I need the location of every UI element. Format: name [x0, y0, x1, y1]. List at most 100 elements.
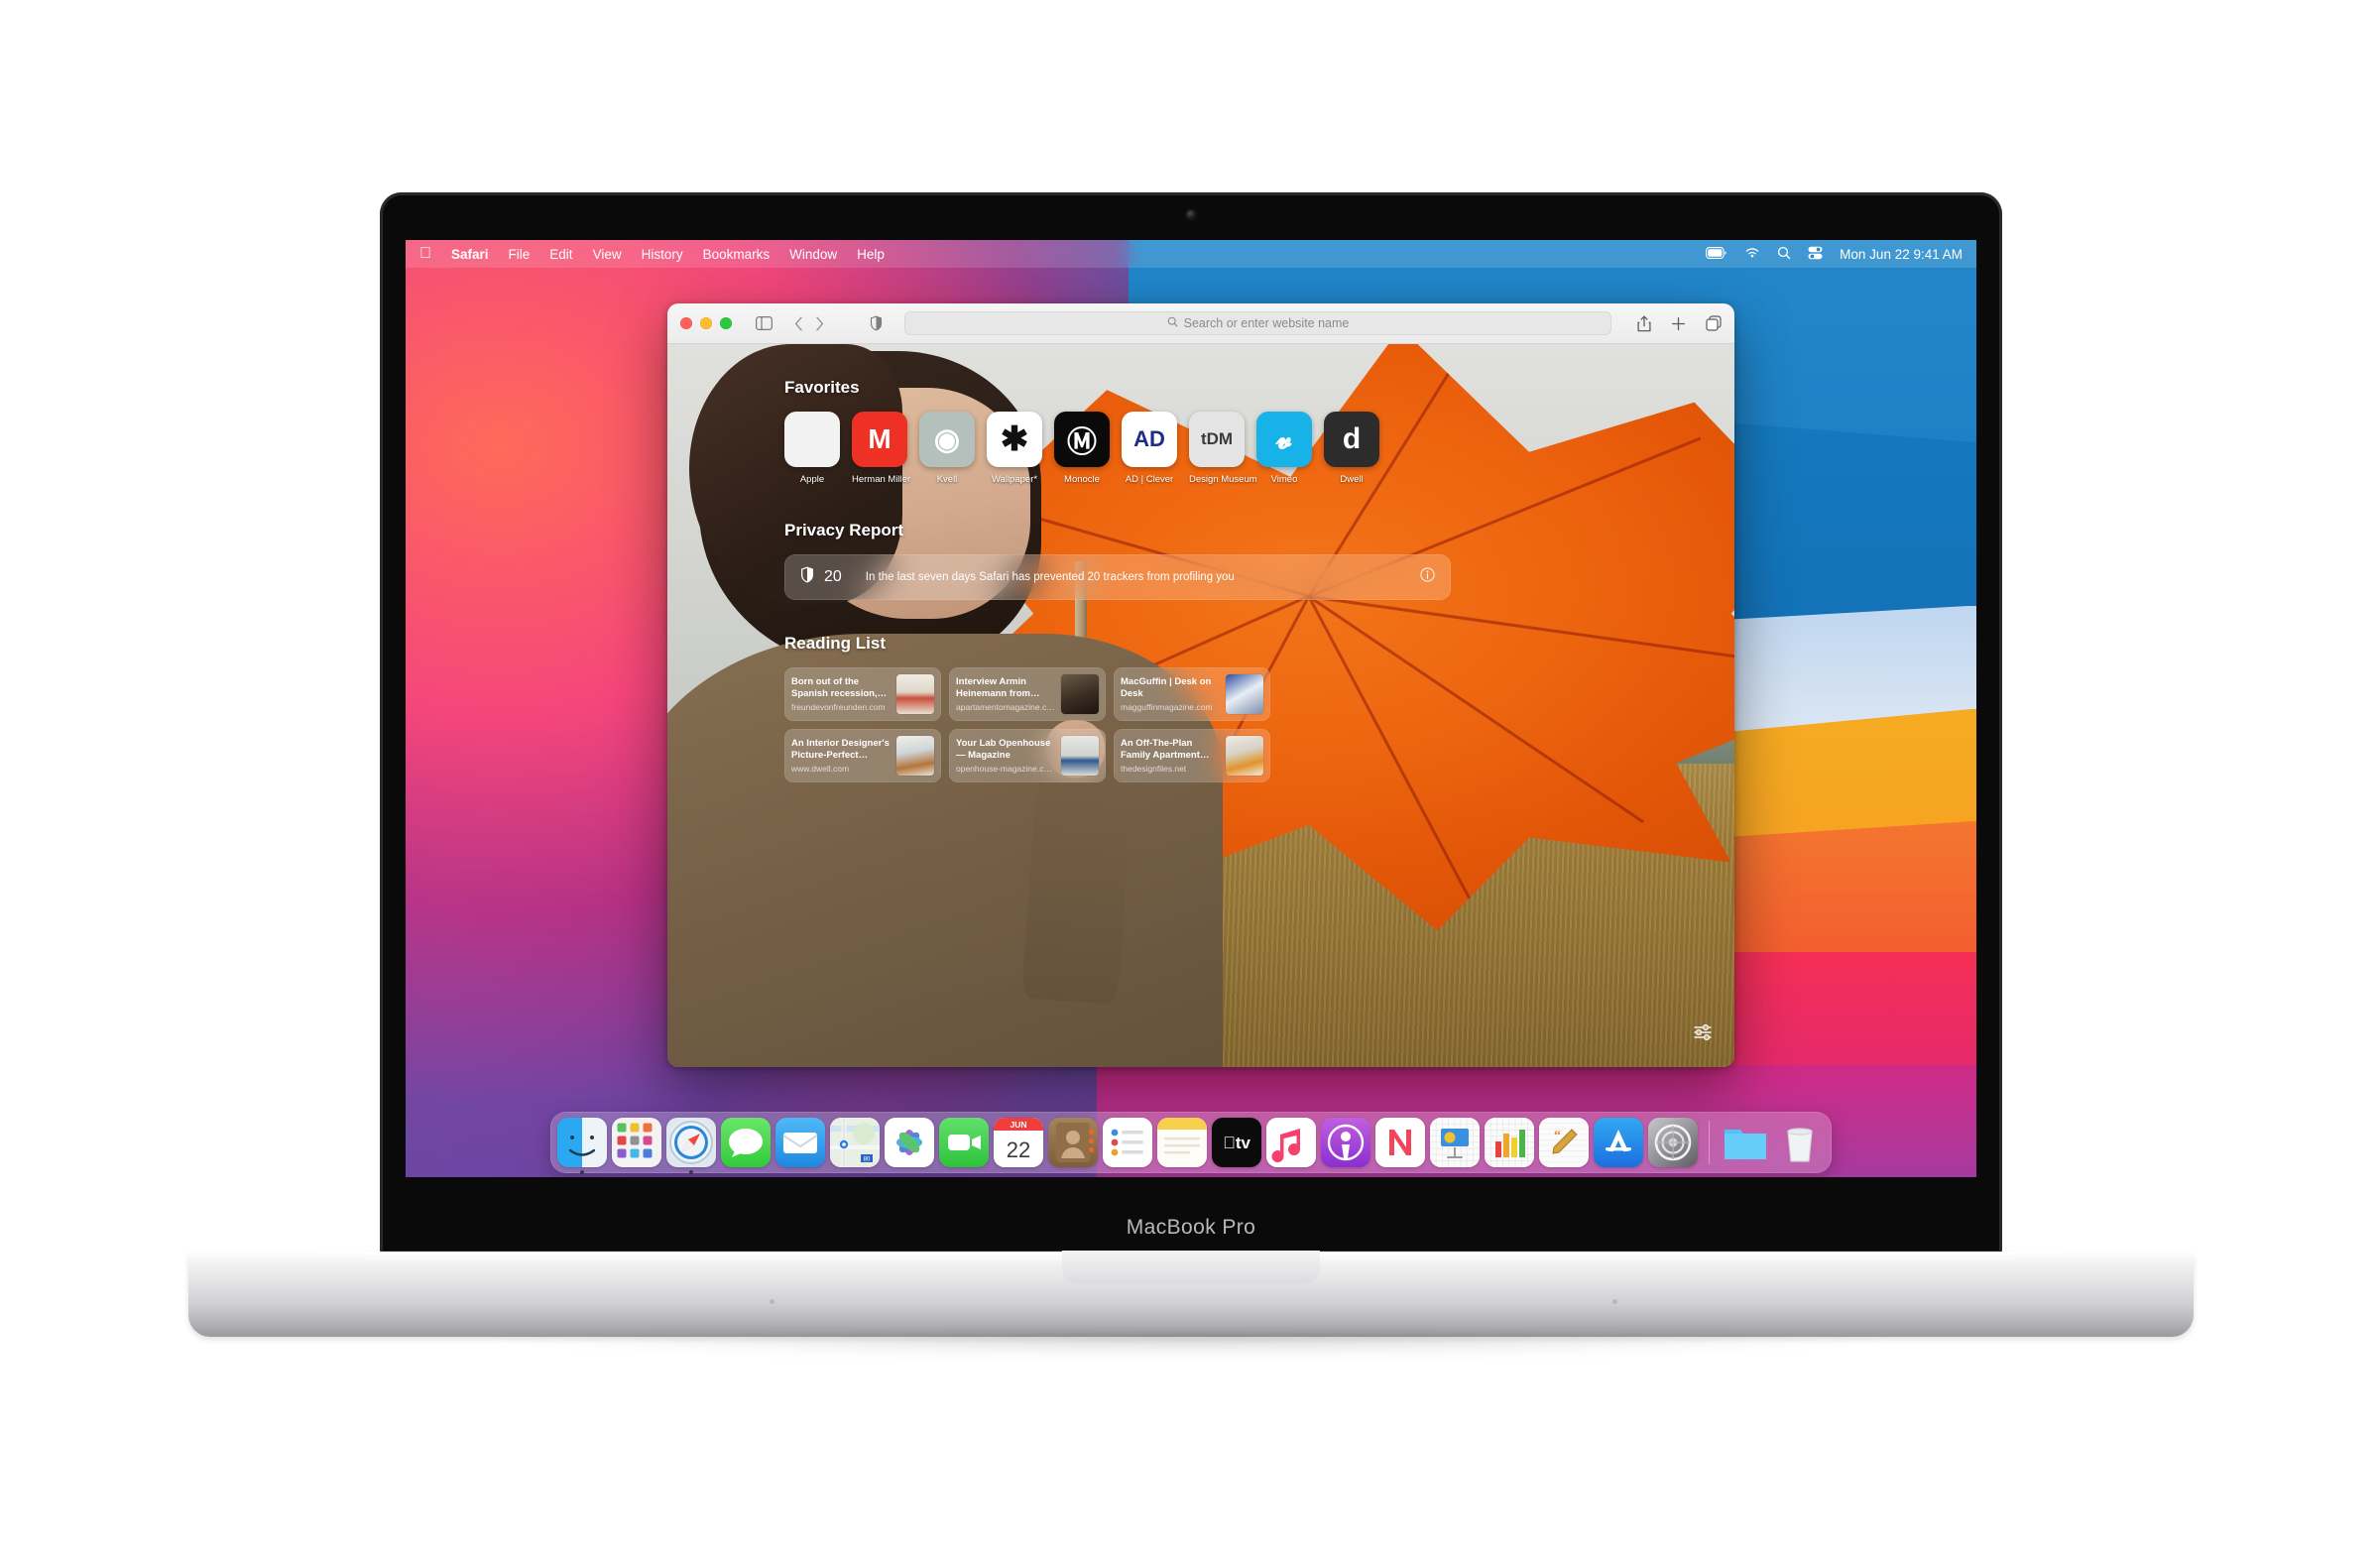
reading-list-card[interactable]: MacGuffin | Desk on Desk magguffinmagazin…: [1114, 667, 1270, 721]
reading-list-card-title: Interview Armin Heinemann from Paula…: [956, 675, 1030, 699]
dock-item-trash[interactable]: [1775, 1118, 1825, 1167]
dock-item-contacts[interactable]: [1048, 1118, 1098, 1167]
reading-list-card-text: Your Lab Openhouse — Magazine openhouse-m…: [956, 738, 1055, 775]
sidebar-icon[interactable]: [756, 316, 773, 330]
reading-list-card-url: thedesignfiles.net: [1121, 764, 1187, 775]
menu-item-help[interactable]: Help: [857, 247, 885, 262]
favorite-tile-icon: ◉: [919, 412, 975, 467]
dock-item-appstore[interactable]: [1594, 1118, 1643, 1167]
favorite-item[interactable]: AD AD | Clever: [1122, 412, 1177, 485]
address-bar[interactable]: Search or enter website name: [904, 311, 1611, 335]
reading-list-card-url: freundevonfreunden.com: [791, 702, 886, 713]
contacts-icon: [1048, 1118, 1098, 1167]
favorite-item[interactable]: ✱ Wallpaper*: [987, 412, 1042, 485]
systempreferences-icon: [1648, 1118, 1698, 1167]
dock-item-pages[interactable]: “: [1539, 1118, 1589, 1167]
base-screw-right: [1611, 1299, 1617, 1304]
favorite-item[interactable]: 𝓿 Vimeo: [1256, 412, 1312, 485]
dock-running-indicator: [689, 1170, 693, 1174]
kitchen-shelf-thumb: [1226, 736, 1263, 776]
dock-item-messages[interactable]: [721, 1118, 771, 1167]
plus-icon[interactable]: [1671, 316, 1686, 331]
reading-list-card[interactable]: An Off-The-Plan Family Apartment Unlike …: [1114, 729, 1270, 782]
start-page-settings-icon[interactable]: [1693, 1022, 1713, 1047]
safari-toolbar: Search or enter website name: [667, 303, 1734, 344]
reading-list-card-text: Interview Armin Heinemann from Paula… apa…: [956, 676, 1055, 713]
dock-item-photos[interactable]: [885, 1118, 934, 1167]
menu-item-file[interactable]: File: [509, 247, 531, 262]
favorite-tile-icon: d: [1324, 412, 1379, 467]
battery-icon[interactable]: [1706, 246, 1727, 262]
laptop-base: [188, 1251, 2194, 1384]
favorites-row: Apple M Herman Miller ◉ Kvell ✱ Wallpaper* Ⓜ Mon…: [784, 412, 1734, 485]
dock-item-podcasts[interactable]: [1321, 1118, 1370, 1167]
favorite-item[interactable]: ◉ Kvell: [919, 412, 975, 485]
menu-bar-clock[interactable]: Mon Jun 22 9:41 AM: [1840, 247, 1963, 262]
reading-list-card[interactable]: Interview Armin Heinemann from Paula… apa…: [949, 667, 1106, 721]
reading-list-title: Reading List: [784, 634, 887, 653]
reminders-icon: [1103, 1118, 1152, 1167]
dock-item-music[interactable]: [1266, 1118, 1316, 1167]
apple-logo-icon[interactable]: : [419, 246, 431, 262]
dock-item-numbers[interactable]: [1485, 1118, 1534, 1167]
menu-item-edit[interactable]: Edit: [549, 247, 572, 262]
calendar-icon: JUN 22: [994, 1118, 1043, 1167]
appletv-icon: tv: [1212, 1118, 1261, 1167]
favorite-item[interactable]: tDM Design Museum: [1189, 412, 1257, 485]
dock-item-systempreferences[interactable]: [1648, 1118, 1698, 1167]
dock-item-appletv[interactable]: tv: [1212, 1118, 1261, 1167]
chevron-right-icon[interactable]: [815, 316, 824, 331]
favorite-item[interactable]: d Dwell: [1324, 412, 1379, 485]
menu-item-safari[interactable]: Safari: [451, 247, 489, 262]
dock-item-launchpad[interactable]: [612, 1118, 661, 1167]
dock-item-keynote[interactable]: [1430, 1118, 1480, 1167]
svg-text:22: 22: [1007, 1137, 1030, 1162]
dock-item-facetime[interactable]: [939, 1118, 989, 1167]
appstore-icon: [1594, 1118, 1643, 1167]
safari-start-page: Favorites Apple M Herman Miller ◉ Kvell ✱ Wall…: [667, 344, 1734, 1067]
wifi-icon[interactable]: [1744, 247, 1760, 262]
dock-separator: [1709, 1121, 1710, 1164]
favorite-item[interactable]: Ⓜ Monocle: [1054, 412, 1110, 485]
search-icon[interactable]: [1777, 246, 1791, 263]
menu-item-history[interactable]: History: [642, 247, 683, 262]
menu-item-bookmarks[interactable]: Bookmarks: [703, 247, 771, 262]
podcasts-icon: [1321, 1118, 1370, 1167]
dock-item-reminders[interactable]: [1103, 1118, 1152, 1167]
dock-item-maps[interactable]: 80: [830, 1118, 880, 1167]
safari-icon: [666, 1118, 716, 1167]
dock-item-downloads-folder[interactable]: [1721, 1118, 1770, 1167]
address-bar-placeholder: Search or enter website name: [1183, 316, 1350, 330]
dock-item-calendar[interactable]: JUN 22: [994, 1118, 1043, 1167]
tab-overview-icon[interactable]: [1706, 315, 1722, 331]
chevron-left-icon[interactable]: [794, 316, 803, 331]
privacy-shield-icon[interactable]: [870, 315, 883, 331]
privacy-report-message: In the last seven days Safari has preven…: [865, 571, 1235, 583]
share-icon[interactable]: [1637, 315, 1651, 332]
dock-item-notes[interactable]: [1157, 1118, 1207, 1167]
reading-list-card[interactable]: An Interior Designer's Picture-Perfect B…: [784, 729, 941, 782]
dock-item-mail[interactable]: [775, 1118, 825, 1167]
dock-item-finder[interactable]: [557, 1118, 607, 1174]
dock-item-news[interactable]: [1375, 1118, 1425, 1167]
privacy-report-card[interactable]: 20 In the last seven days Safari has pre…: [784, 554, 1451, 600]
svg-text:JUN: JUN: [1010, 1120, 1026, 1130]
search-icon: [1167, 316, 1178, 330]
menu-item-window[interactable]: Window: [789, 247, 837, 262]
control-center-icon[interactable]: [1808, 246, 1823, 263]
dock-item-safari[interactable]: [666, 1118, 716, 1174]
zoom-button[interactable]: [720, 317, 732, 329]
reading-list-card[interactable]: Born out of the Spanish recession, the a…: [784, 667, 941, 721]
favorite-item[interactable]: Apple: [784, 412, 840, 485]
info-icon[interactable]: [1420, 567, 1435, 587]
reading-list-card-title: Born out of the Spanish recession, the a…: [791, 675, 878, 699]
favorite-tile-icon: M: [852, 412, 907, 467]
photos-icon: [885, 1118, 934, 1167]
favorite-tile-icon: tDM: [1189, 412, 1245, 467]
menu-item-view[interactable]: View: [593, 247, 622, 262]
menu-bar-status-area: Mon Jun 22 9:41 AM: [1706, 246, 1963, 263]
reading-list-card[interactable]: Your Lab Openhouse — Magazine openhouse-m…: [949, 729, 1106, 782]
favorite-item[interactable]: M Herman Miller: [852, 412, 910, 485]
close-button[interactable]: [680, 317, 692, 329]
minimize-button[interactable]: [700, 317, 712, 329]
